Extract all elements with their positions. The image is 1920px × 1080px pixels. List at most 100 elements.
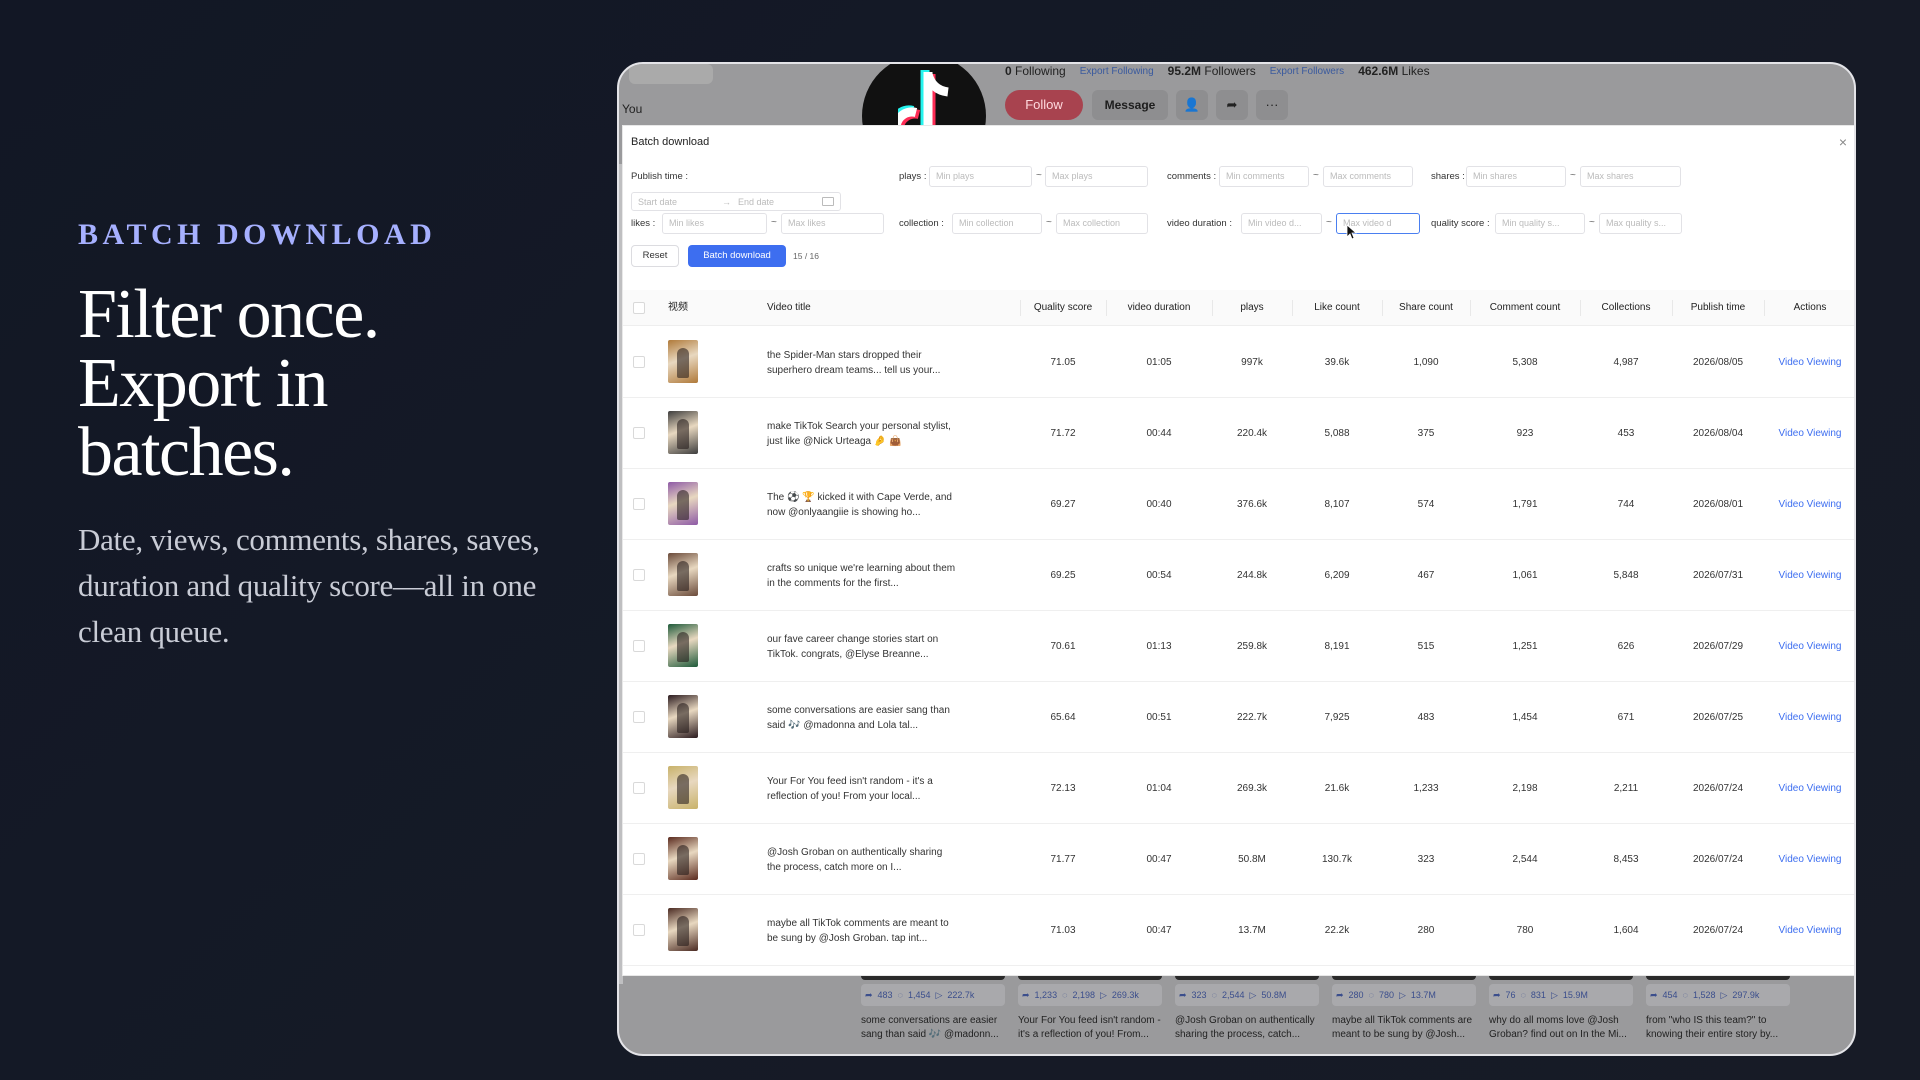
share-icon[interactable]: ➦ [1216, 90, 1248, 120]
video-viewing-link[interactable]: Video Viewing [1764, 327, 1854, 398]
video-viewing-link[interactable]: Video Viewing [1764, 469, 1854, 540]
range-separator: ~ [1326, 217, 1332, 228]
column-divider [1382, 300, 1383, 316]
table-row[interactable]: maybe all TikTok comments are meant to b… [623, 895, 1854, 966]
min-likes-input[interactable]: Min likes [662, 213, 767, 234]
video-thumbnail[interactable] [668, 695, 698, 738]
table-row[interactable]: make TikTok Search your personal stylist… [623, 398, 1854, 469]
publish-date-range[interactable]: Start date → End date [631, 192, 841, 211]
comment-icon: ◌ [1062, 990, 1068, 1000]
row-checkbox[interactable] [633, 853, 645, 865]
video-grid-background: ➦ 483 ◌ 1,454 ▷ 222.7k some conversations a… [619, 972, 1854, 1054]
comment-count-cell: 1,454 [1512, 712, 1538, 723]
min-quality-score-input[interactable]: Min quality s... [1495, 213, 1585, 234]
min-video-duration-input[interactable]: Min video d... [1241, 213, 1322, 234]
select-all-checkbox[interactable] [633, 302, 645, 314]
video-thumbnail[interactable] [668, 908, 698, 951]
video-title-cell: make TikTok Search your personal stylist… [767, 421, 951, 447]
max-shares-input[interactable]: Max shares [1580, 166, 1681, 187]
like-count-header: Like count [1314, 302, 1360, 313]
share-icon: ➦ [865, 989, 873, 1000]
table-row[interactable]: @Josh Groban on authentically sharing th… [623, 824, 1854, 895]
end-date-input[interactable]: End date [738, 197, 822, 207]
publish-time-cell: 2026/08/05 [1692, 357, 1744, 368]
likes-stat: 462.6M Likes [1358, 64, 1430, 78]
headline: Filter once. Export in batches. [78, 280, 588, 488]
video-viewing-link[interactable]: Video Viewing [1764, 895, 1854, 966]
video-thumbnail[interactable] [668, 624, 698, 667]
close-icon[interactable]: × [1836, 135, 1850, 149]
more-options-icon[interactable]: ··· [1256, 90, 1288, 120]
comment-icon: ◌ [1682, 990, 1688, 1000]
video-thumbnail[interactable] [668, 766, 698, 809]
publish-time-cell: 2026/07/24 [1692, 854, 1744, 865]
table-row[interactable]: Your For You feed isn't random - it's a … [623, 753, 1854, 824]
min-plays-input[interactable]: Min plays [929, 166, 1032, 187]
column-divider [1292, 300, 1293, 316]
export-following-link[interactable]: Export Following [1080, 66, 1154, 77]
batch-download-button[interactable]: Batch download [688, 245, 786, 267]
follow-button[interactable]: Follow [1005, 90, 1083, 120]
comment-icon: ◌ [1211, 990, 1217, 1000]
column-divider [1106, 300, 1107, 316]
card-stats: ➦ 483 ◌ 1,454 ▷ 222.7k [861, 984, 1005, 1006]
video-thumbnail[interactable] [668, 837, 698, 880]
video-viewing-link[interactable]: Video Viewing [1764, 824, 1854, 895]
max-collection-input[interactable]: Max collection [1056, 213, 1148, 234]
video-thumbnail[interactable] [668, 340, 698, 383]
video-thumbnail[interactable] [668, 553, 698, 596]
max-plays-input[interactable]: Max plays [1045, 166, 1148, 187]
video-title-cell: maybe all TikTok comments are meant to b… [767, 918, 949, 944]
column-divider [1212, 300, 1213, 316]
reset-button[interactable]: Reset [631, 245, 679, 267]
card-comments: 2,198 [1072, 990, 1095, 1000]
collections-cell: 5,848 [1613, 570, 1639, 581]
max-quality-score-input[interactable]: Max quality s... [1599, 213, 1682, 234]
min-shares-input[interactable]: Min shares [1466, 166, 1566, 187]
card-stats: ➦ 454 ◌ 1,528 ▷ 297.9k [1646, 984, 1790, 1006]
add-friend-icon[interactable]: 👤 [1176, 90, 1208, 120]
table-row[interactable]: some conversations are easier sang than … [623, 682, 1854, 753]
card-stats: ➦ 1,233 ◌ 2,198 ▷ 269.3k [1018, 984, 1162, 1006]
export-followers-link[interactable]: Export Followers [1270, 66, 1344, 77]
row-checkbox[interactable] [633, 427, 645, 439]
video-viewing-link[interactable]: Video Viewing [1764, 753, 1854, 824]
row-checkbox[interactable] [633, 711, 645, 723]
row-checkbox[interactable] [633, 924, 645, 936]
min-collection-input[interactable]: Min collection [952, 213, 1042, 234]
person-figure [677, 916, 689, 946]
share-count-cell: 1,233 [1413, 783, 1439, 794]
comment-count-cell: 1,791 [1512, 499, 1538, 510]
share-icon: ➦ [1179, 989, 1187, 1000]
card-comments: 780 [1378, 990, 1394, 1000]
row-checkbox[interactable] [633, 569, 645, 581]
column-divider [1020, 300, 1021, 316]
share-count-cell: 483 [1417, 712, 1435, 723]
max-likes-input[interactable]: Max likes [781, 213, 884, 234]
play-icon: ▷ [1720, 989, 1728, 1000]
max-comments-input[interactable]: Max comments [1323, 166, 1413, 187]
collections-cell: 744 [1617, 499, 1635, 510]
card-stats: ➦ 76 ◌ 831 ▷ 15.9M [1489, 984, 1633, 1006]
table-row[interactable]: crafts so unique we're learning about th… [623, 540, 1854, 611]
video-viewing-link[interactable]: Video Viewing [1764, 398, 1854, 469]
start-date-input[interactable]: Start date [638, 197, 722, 207]
video-thumbnail[interactable] [668, 411, 698, 454]
table-row[interactable]: the Spider-Man stars dropped their super… [623, 327, 1854, 398]
background-video-card: ➦ 280 ◌ 780 ▷ 13.7M maybe all TikTok commen… [1332, 972, 1476, 1042]
row-checkbox[interactable] [633, 498, 645, 510]
video-thumbnail[interactable] [668, 482, 698, 525]
row-checkbox[interactable] [633, 782, 645, 794]
video-viewing-link[interactable]: Video Viewing [1764, 540, 1854, 611]
row-checkbox[interactable] [633, 640, 645, 652]
video-viewing-link[interactable]: Video Viewing [1764, 611, 1854, 682]
selection-count: 15 / 16 [793, 251, 819, 261]
min-comments-input[interactable]: Min comments [1219, 166, 1309, 187]
message-button[interactable]: Message [1092, 90, 1168, 120]
table-row[interactable]: our fave career change stories start on … [623, 611, 1854, 682]
row-checkbox[interactable] [633, 356, 645, 368]
plays-cell: 259.8k [1236, 641, 1268, 652]
quality-score-cell: 71.72 [1050, 428, 1076, 439]
video-viewing-link[interactable]: Video Viewing [1764, 682, 1854, 753]
table-row[interactable]: The ⚽ 🏆 kicked it with Cape Verde, and n… [623, 469, 1854, 540]
